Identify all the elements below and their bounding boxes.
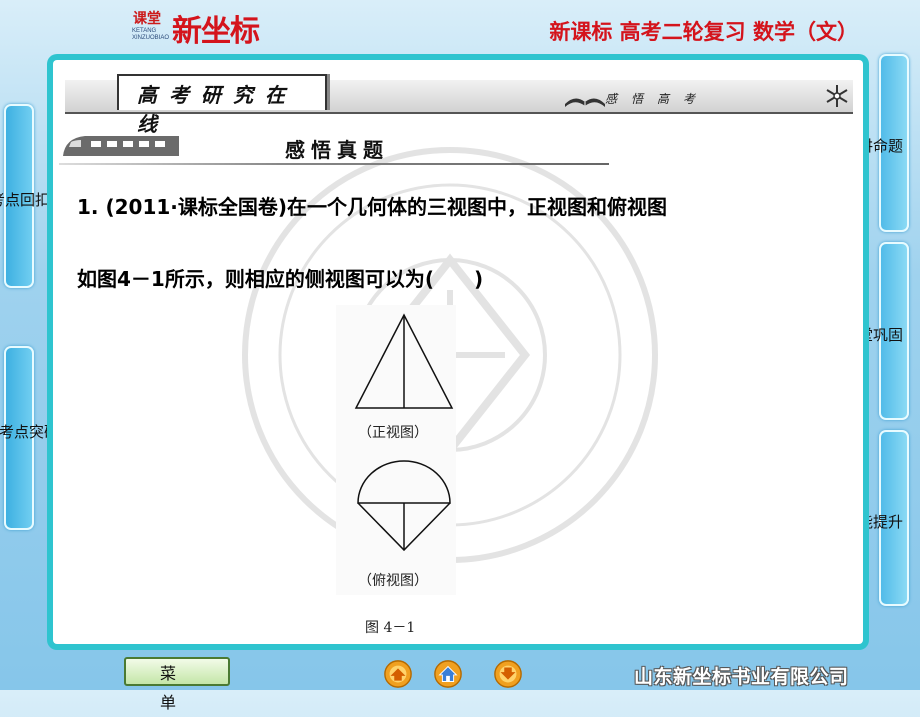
section-divider (59, 163, 609, 165)
logo-sub-line-1: KETANG (132, 28, 157, 34)
content-area: 高考研究在线 感悟高考 感悟真题 1. (2011·课标全国卷)在一个几何体的三… (53, 60, 863, 644)
logo: 新坐标 (172, 14, 260, 49)
top-view-diagram (357, 460, 451, 552)
snowflake-icon (826, 85, 848, 107)
question-line-1: 1. (2011·课标全国卷)在一个几何体的三视图中，正视图和俯视图 (77, 195, 668, 219)
book-icon (565, 98, 605, 107)
logo-sub-line-2: XINZUOBIAO (132, 35, 170, 41)
company-name: 山东新坐标书业有限公司 (634, 666, 849, 688)
question-line-2: 如图4－1所示，则相应的侧视图可以为( ) (77, 267, 484, 291)
front-view-diagram (354, 313, 454, 409)
figure-label: 图 4－1 (365, 620, 416, 636)
home-icon[interactable] (433, 659, 463, 689)
banner: 高考研究在线 感悟高考 (65, 74, 853, 136)
left-tab-review-label[interactable]: 考点回扣 (0, 189, 50, 210)
logo-small-text: 课堂 (133, 11, 161, 27)
content-panel: 高考研究在线 感悟高考 感悟真题 1. (2011·课标全国卷)在一个几何体的三… (47, 54, 869, 650)
header: 课堂 KETANG XINZUOBIAO 新坐标 新课标 高考二轮复习 数学（文… (0, 0, 920, 52)
banner-title-box: 高考研究在线 (117, 74, 327, 136)
banner-title: 高考研究在线 (137, 83, 297, 136)
logo-sub-text: KETANG XINZUOBIAO (132, 28, 169, 42)
menu-button[interactable]: 菜单 (124, 657, 230, 712)
front-view-caption: （正视图） (358, 425, 428, 441)
course-title: 新课标 高考二轮复习 数学（文） (549, 20, 858, 44)
next-page-icon[interactable] (493, 659, 523, 689)
prev-page-icon[interactable] (383, 659, 413, 689)
section-title: 感悟真题 (285, 138, 389, 162)
banner-subtitle: 感悟高考 (605, 92, 710, 106)
top-view-caption: （俯视图） (358, 573, 428, 589)
three-view-figure: （正视图） （俯视图） (336, 305, 456, 595)
train-icon (63, 136, 179, 156)
